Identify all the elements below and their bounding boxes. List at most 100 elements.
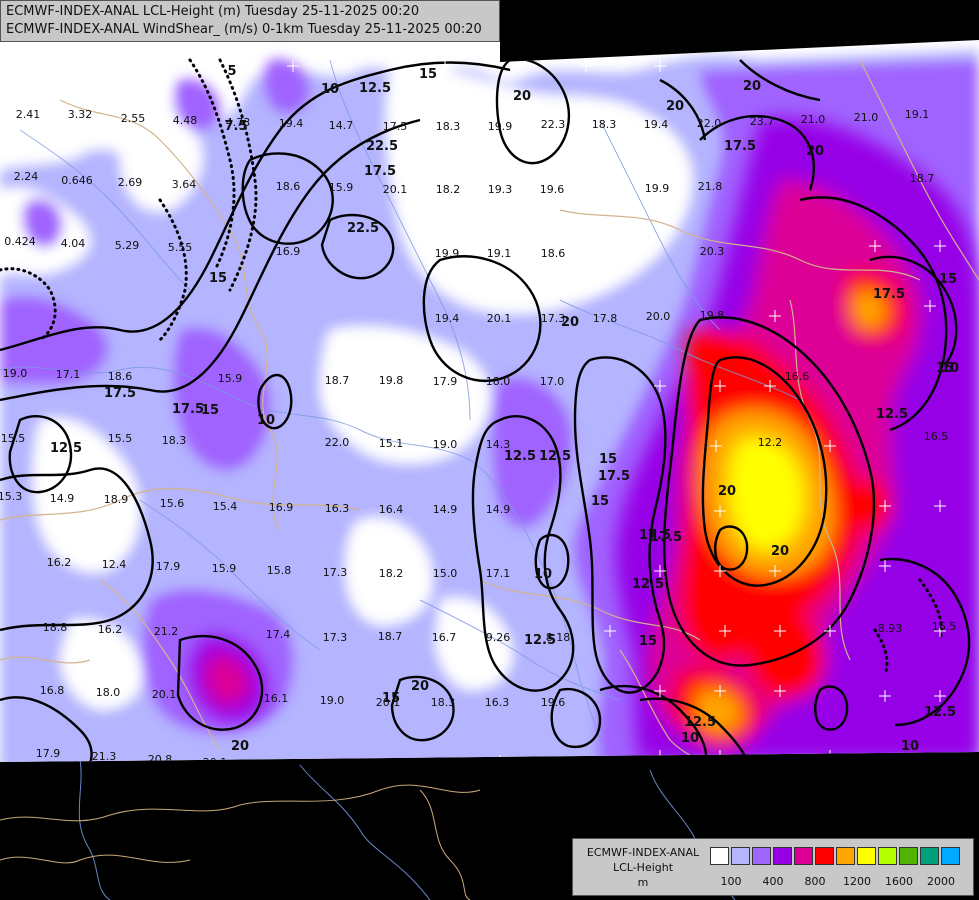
point-value-label: 12.2 [758,436,783,449]
contour-value-label: 20 [231,739,249,754]
legend-swatch [836,847,855,865]
point-value-label: 21.0 [854,111,879,124]
point-value-label: 16.8 [40,684,65,697]
legend-tick-label: 1600 [885,875,913,888]
point-value-label: 16.2 [47,556,72,569]
contour-value-label: 15 [591,494,609,509]
point-value-label: 18.3 [431,696,456,709]
point-value-label: 17.9 [433,375,458,388]
point-value-label: 17.8 [593,312,618,325]
legend-swatch [899,847,918,865]
contour-value-label: 20 [718,484,736,499]
legend-tick-labels: 100 400 800 1200 1600 2000 [710,875,970,891]
point-value-label: 15.5 [108,432,133,445]
point-value-label: 14.9 [433,503,458,516]
point-value-label: 18.6 [541,247,566,260]
point-value-label: 18.7 [325,374,350,387]
contour-value-label: 12.5 [924,705,956,720]
contour-value-label: 17.5 [639,528,671,543]
point-value-label: 17.4 [266,628,291,641]
point-value-label: 17.3 [323,631,348,644]
contour-value-label: 12.5 [524,633,556,648]
point-value-label: 14.9 [486,503,511,516]
point-value-label: 19.3 [488,183,513,196]
legend-swatch [773,847,792,865]
point-value-label: 15.5 [1,432,26,445]
contour-value-label: 12.5 [50,441,82,456]
point-value-label: 12.4 [102,558,127,571]
legend-swatch [710,847,729,865]
point-value-label: 19.9 [645,182,670,195]
point-value-label: 15.6 [160,497,185,510]
point-value-label: 19.1 [487,247,512,260]
point-value-label: 18.9 [104,493,129,506]
point-value-label: 22.0 [325,436,350,449]
legend-tick-label: 1200 [843,875,871,888]
point-value-label: 9.26 [486,631,511,644]
point-value-label: 15.4 [213,500,238,513]
point-value-label: 19.6 [540,183,565,196]
point-value-label: 16.6 [785,370,810,383]
point-value-label: 17.0 [540,375,565,388]
legend-swatch [878,847,897,865]
point-value-label: 17.9 [36,747,61,760]
point-value-label: 18.7 [378,630,403,643]
point-value-label: 4.04 [61,237,86,250]
point-value-label: 17.5 [383,120,408,133]
contour-value-label: 10 [901,739,919,754]
contour-value-label: 15 [419,67,437,82]
point-value-label: 19.4 [644,118,669,131]
point-value-label: 20.0 [646,310,671,323]
point-value-label: 2.55 [121,112,146,125]
data-domain: 2.41 3.32 2.55 4.48 4.73 19.4 14.7 17.5 18.3 19.9… [0,40,979,762]
point-value-label: 16.5 [932,620,957,633]
point-value-label: 16.7 [432,631,457,644]
point-value-label: 2.41 [16,108,41,121]
point-value-label: 23.7 [750,115,775,128]
point-value-label: 16.9 [276,245,301,258]
point-value-label: 20.1 [383,183,408,196]
point-value-label: 14.9 [50,492,75,505]
legend-swatch [920,847,939,865]
contour-value-label: 22.5 [347,221,379,236]
legend-swatch [857,847,876,865]
point-value-label: 16.4 [379,503,404,516]
point-value-label: 19.1 [905,108,930,121]
point-value-label: 18.6 [276,180,301,193]
weather-map: 2.41 3.32 2.55 4.48 4.73 19.4 14.7 17.5 18.3 19.9… [0,0,979,900]
point-value-label: 18.2 [379,567,404,580]
contour-value-label: 15 [382,691,400,706]
point-value-label: 18.7 [910,172,935,185]
point-value-label: 3.32 [68,108,93,121]
point-value-label: 15.9 [212,562,237,575]
point-value-label: 20.1 [152,688,177,701]
contour-value-label: 20 [411,679,429,694]
point-value-label: 15.9 [218,372,243,385]
contour-value-label: 5 [227,64,236,79]
contour-value-label: 17.5 [104,386,136,401]
contour-value-label: 10 [257,413,275,428]
point-value-label: 22.3 [541,118,566,131]
contour-value-label: 10 [941,361,959,376]
point-value-label: 15.1 [379,437,404,450]
point-value-label: 8.93 [878,622,903,635]
contour-value-label: 20 [743,79,761,94]
legend-title: ECMWF-INDEX-ANAL [586,846,700,859]
point-value-label: 15.3 [0,490,22,503]
point-value-label: 2.69 [118,176,143,189]
point-value-label: 2.24 [14,170,39,183]
point-value-label: 18.6 [108,370,133,383]
point-value-label: 21.8 [698,180,723,193]
legend-tick-label: 100 [720,875,742,888]
contour-value-label: 15 [209,271,227,286]
point-value-label: 18.3 [592,118,617,131]
legend-swatch [731,847,750,865]
point-value-label: 3.64 [172,178,197,191]
point-value-label: 17.1 [486,567,511,580]
legend-tick-label: 2000 [927,875,955,888]
contour-value-label: 10 [681,731,699,746]
point-value-label: 16.5 [924,430,949,443]
contour-value-label: 12.5 [876,407,908,422]
contour-value-label: 22.5 [366,139,398,154]
point-value-label: 19.4 [435,312,460,325]
